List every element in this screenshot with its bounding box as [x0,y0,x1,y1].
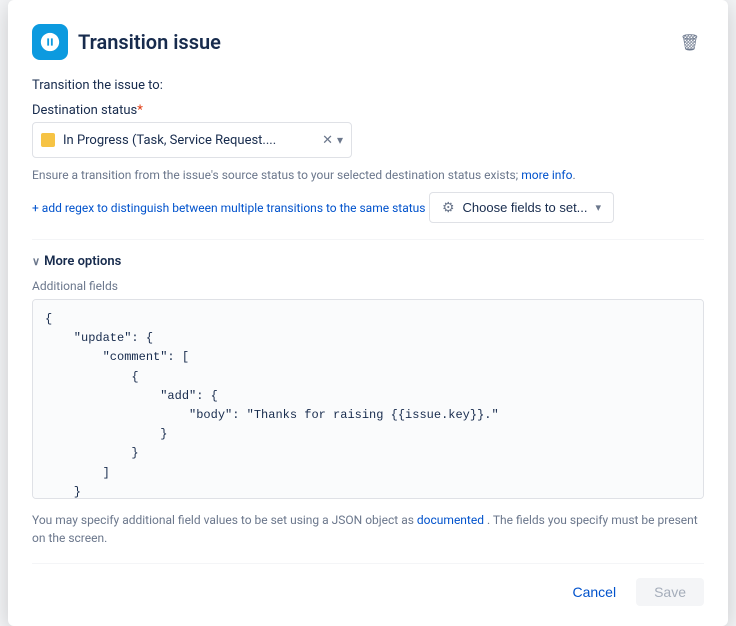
destination-label: Destination status* [32,103,704,118]
dialog-icon [32,24,68,60]
gear-icon: ⚙ [442,199,455,216]
save-button[interactable]: Save [636,578,704,606]
more-options-toggle[interactable]: ∨ More options [32,254,704,269]
transition-label: Transition the issue to: [32,78,704,93]
divider [32,239,704,240]
choose-fields-dropdown-arrow: ▾ [596,201,602,214]
bottom-info: You may specify additional field values … [32,511,704,547]
more-options-label: More options [44,254,121,269]
chevron-down-icon: ∨ [32,255,40,268]
more-info-link[interactable]: more info [521,168,572,182]
dropdown-arrow-icon[interactable]: ▾ [337,133,343,147]
destination-select[interactable]: In Progress (Task, Service Request.... ✕… [32,122,352,158]
required-star: * [137,103,143,118]
dialog-title: Transition issue [78,30,666,54]
regex-link[interactable]: + add regex to distinguish between multi… [32,201,425,215]
clear-icon[interactable]: ✕ [322,133,333,148]
choose-fields-label: Choose fields to set... [463,200,588,215]
additional-fields-label: Additional fields [32,279,704,293]
dialog-container: Transition issue 🗑 Transition the issue … [8,0,728,626]
documented-link[interactable]: documented [417,513,484,527]
choose-fields-button[interactable]: ⚙ Choose fields to set... ▾ [429,192,614,223]
dialog-footer: Cancel Save [32,563,704,606]
info-text: Ensure a transition from the issue's sou… [32,166,704,184]
transition-icon [39,31,61,53]
status-color-dot [41,133,55,147]
json-editor[interactable]: { "update": { "comment": [ { "add": { "b… [32,299,704,499]
destination-value: In Progress (Task, Service Request.... [63,133,322,148]
delete-icon[interactable]: 🗑 [676,29,704,56]
dialog-header: Transition issue 🗑 [32,24,704,60]
cancel-button[interactable]: Cancel [560,578,628,606]
